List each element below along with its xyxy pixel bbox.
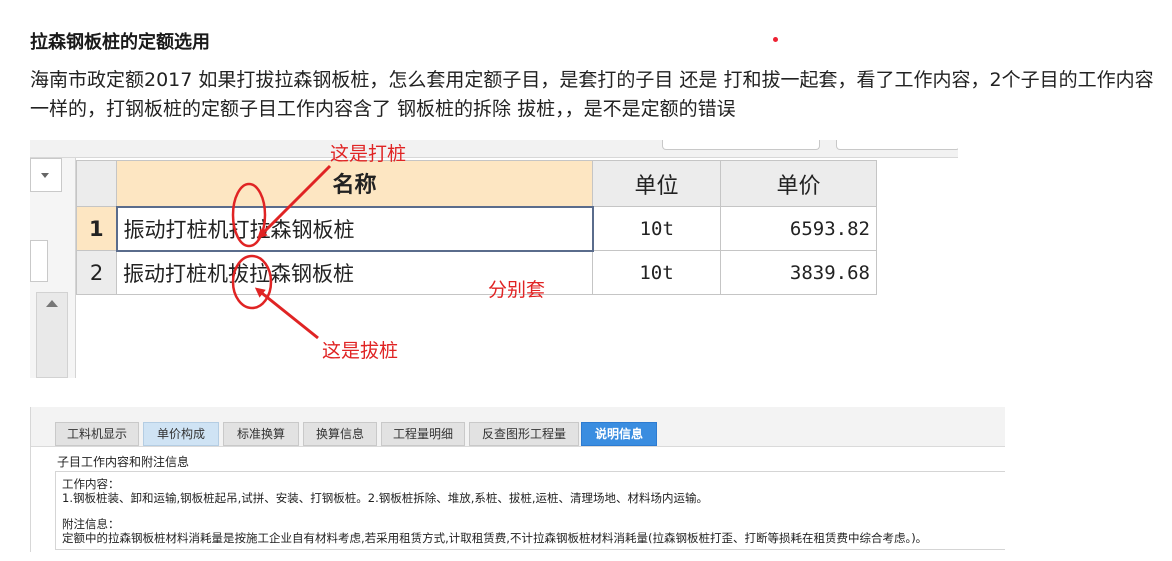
quota-table-screenshot: 名称 单位 单价 1 振动打桩机打拉森钢板桩 10t 6593.82 2 振动打… — [30, 140, 958, 378]
tab-bar: 工料机显示 单价构成 标准换算 换算信息 工程量明细 反查图形工程量 说明信息 — [31, 407, 1005, 447]
cell-price[interactable]: 6593.82 — [720, 206, 877, 251]
table-row[interactable]: 2 振动打桩机拔拉森钢板桩 10t 3839.68 — [76, 250, 877, 295]
column-header-price[interactable]: 单价 — [720, 160, 877, 207]
tab-description[interactable]: 说明信息 — [581, 422, 657, 446]
toolbar-box — [662, 140, 820, 150]
row-index-header — [76, 160, 117, 207]
section-heading: 子目工作内容和附注信息 — [57, 455, 190, 469]
tab-reverse-quantity[interactable]: 反查图形工程量 — [469, 422, 579, 446]
table-empty-area — [76, 296, 958, 378]
dropdown[interactable] — [30, 158, 62, 192]
cell-name[interactable]: 振动打桩机打拉森钢板桩 — [115, 205, 594, 252]
tab-unit-price[interactable]: 单价构成 — [143, 422, 219, 446]
tab-material-display[interactable]: 工料机显示 — [55, 422, 139, 446]
toolbar-box — [836, 140, 958, 150]
description-box: 工作内容： 1.钢板桩装、卸和运输,钢板桩起吊,试拼、安装、打钢板桩。2.钢板桩… — [55, 471, 1005, 550]
annotation-extract: 这是拔桩 — [322, 340, 399, 362]
cell-unit[interactable]: 10t — [592, 206, 721, 251]
tab-conversion-info[interactable]: 换算信息 — [303, 422, 377, 446]
quota-table: 名称 单位 单价 1 振动打桩机打拉森钢板桩 10t 6593.82 2 振动打… — [76, 160, 877, 295]
chevron-down-icon — [41, 173, 49, 178]
table-header-row: 名称 单位 单价 — [76, 160, 877, 207]
cell-unit[interactable]: 10t — [592, 250, 721, 295]
note-text: 定额中的拉森钢板桩材料消耗量是按施工企业自有材料考虑,若采用租赁方式,计取租赁费… — [62, 531, 928, 545]
row-index: 1 — [76, 206, 117, 251]
post-body: 海南市政定额2017 如果打拔拉森钢板桩，怎么套用定额子目，是套打的子目 还是 … — [30, 69, 1154, 120]
cell-price[interactable]: 3839.68 — [720, 250, 877, 295]
vertical-scrollbar[interactable] — [36, 292, 68, 378]
side-box — [30, 240, 48, 282]
annotation-drive: 这是打桩 — [330, 143, 407, 165]
red-dot — [773, 37, 778, 42]
tab-quantity-detail[interactable]: 工程量明细 — [381, 422, 465, 446]
scroll-up-icon[interactable] — [46, 300, 58, 307]
description-screenshot: 工料机显示 单价构成 标准换算 换算信息 工程量明细 反查图形工程量 说明信息 … — [30, 407, 1005, 552]
annotation-separate: 分别套 — [488, 279, 546, 301]
column-header-name[interactable]: 名称 — [116, 160, 593, 207]
column-header-unit[interactable]: 单位 — [592, 160, 721, 207]
row-index: 2 — [76, 250, 117, 295]
toolbar-strip — [30, 140, 958, 158]
table-row[interactable]: 1 振动打桩机打拉森钢板桩 10t 6593.82 — [76, 205, 877, 252]
work-text: 1.钢板桩装、卸和运输,钢板桩起吊,试拼、安装、打钢板桩。2.钢板桩拆除、堆放,… — [62, 491, 709, 505]
post-title: 拉森钢板桩的定额选用 — [30, 32, 210, 53]
tab-standard-conversion[interactable]: 标准换算 — [223, 422, 299, 446]
